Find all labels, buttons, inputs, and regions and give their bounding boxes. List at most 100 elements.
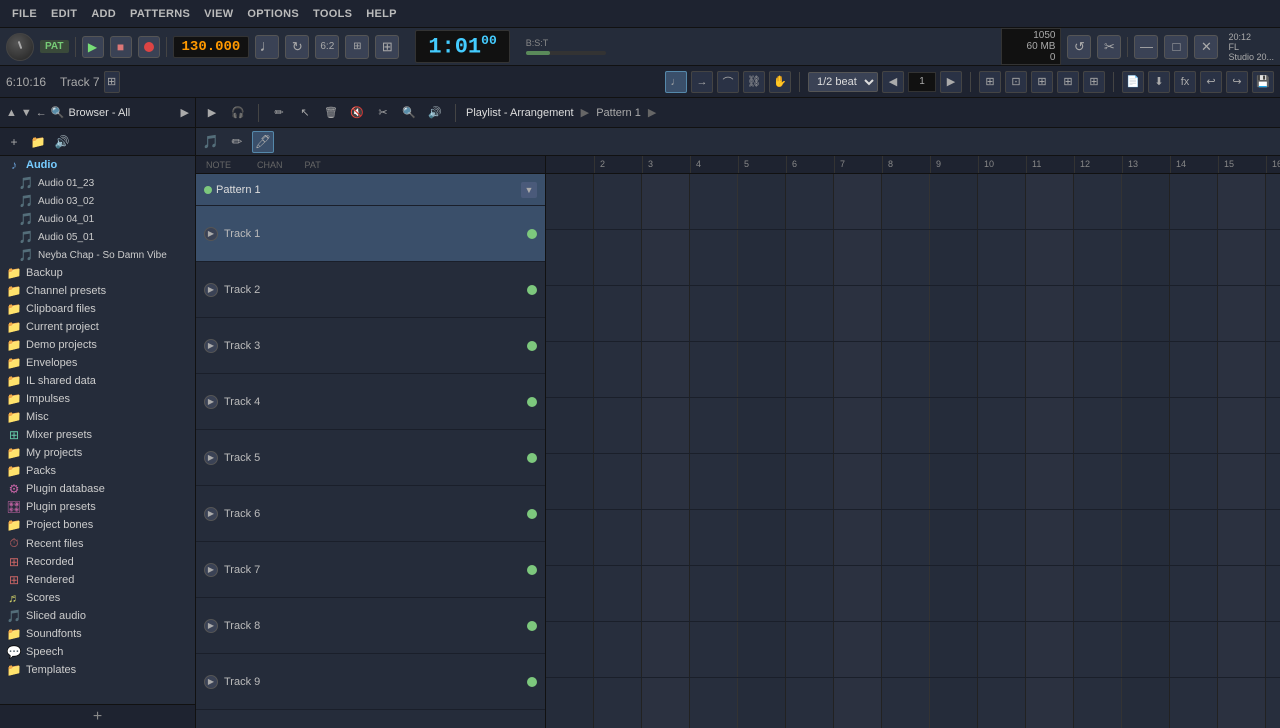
grid-cell-5-7[interactable] [834, 398, 882, 453]
grid-cell-9-3[interactable] [642, 622, 690, 677]
grid-row-8[interactable] [546, 566, 1280, 622]
sidebar-item-scores[interactable]: ♬ Scores [0, 589, 195, 607]
sidebar-item-audio01[interactable]: 🎵 Audio 01_23 [0, 174, 195, 192]
grid-cell-10-12[interactable] [1074, 678, 1122, 728]
grid-cell-3-16[interactable] [1266, 286, 1280, 341]
grid-cell-4-3[interactable] [642, 342, 690, 397]
menu-tools[interactable]: TOOLS [307, 6, 358, 22]
browser-search[interactable]: 🔍 [51, 106, 65, 119]
grid-cell-7-11[interactable] [1026, 510, 1074, 565]
grid-cell-8-3[interactable] [642, 566, 690, 621]
grid-cell-3-3[interactable] [642, 286, 690, 341]
track-header-5[interactable]: ▶ Track 5 [196, 430, 545, 486]
pl-select-tool[interactable]: 🖊 [252, 131, 274, 153]
grid-cell-1-10[interactable] [978, 174, 1026, 229]
sidebar-item-audio[interactable]: ♪ Audio [0, 156, 195, 174]
grid-cell-2-12[interactable] [1074, 230, 1122, 285]
sidebar-item-audio03[interactable]: 🎵 Audio 03_02 [0, 192, 195, 210]
time-sig-icon[interactable]: 6:2 [315, 35, 339, 59]
grid-cell-7-10[interactable] [978, 510, 1026, 565]
grid-cell-6-13[interactable] [1122, 454, 1170, 509]
grid-cell-3-4[interactable] [690, 286, 738, 341]
grid-cell-10-9[interactable] [930, 678, 978, 728]
grid-cell-8-13[interactable] [1122, 566, 1170, 621]
sidebar-item-backup[interactable]: 📁 Backup [0, 264, 195, 282]
grid-cell-4-7[interactable] [834, 342, 882, 397]
grid-cell-10-15[interactable] [1218, 678, 1266, 728]
master-volume-knob[interactable] [6, 33, 34, 61]
grid-cell-8-5[interactable] [738, 566, 786, 621]
grid-cell-1-16[interactable] [1266, 174, 1280, 229]
track-play-9[interactable]: ▶ [204, 675, 218, 689]
grid-cell-9-6[interactable] [786, 622, 834, 677]
track-header-9[interactable]: ▶ Track 9 [196, 654, 545, 710]
snap-left-btn[interactable]: ◀ [882, 71, 904, 93]
grid-cell-9-1[interactable] [546, 622, 594, 677]
grid-cell-4-9[interactable] [930, 342, 978, 397]
grid-cell-1-9[interactable] [930, 174, 978, 229]
grid-cell-7-8[interactable] [882, 510, 930, 565]
track-header-3[interactable]: ▶ Track 3 [196, 318, 545, 374]
tb-redo-btn[interactable]: ↪ [1226, 71, 1248, 93]
sidebar-item-neyba[interactable]: 🎵 Neyba Chap - So Damn Vibe [0, 246, 195, 264]
track-play-7[interactable]: ▶ [204, 563, 218, 577]
grid-cell-1-7[interactable] [834, 174, 882, 229]
grid-cell-3-2[interactable] [594, 286, 642, 341]
track-header-4[interactable]: ▶ Track 4 [196, 374, 545, 430]
grid-cell-3-11[interactable] [1026, 286, 1074, 341]
grid-row-1[interactable] [546, 174, 1280, 230]
grid-cell-6-10[interactable] [978, 454, 1026, 509]
grid-cell-9-16[interactable] [1266, 622, 1280, 677]
grid-cell-1-14[interactable] [1170, 174, 1218, 229]
refresh-icon[interactable]: ↺ [1067, 35, 1091, 59]
grid-cell-1-15[interactable] [1218, 174, 1266, 229]
sidebar-item-soundfonts[interactable]: 📁 Soundfonts [0, 625, 195, 643]
sidebar-item-audio04[interactable]: 🎵 Audio 04_01 [0, 210, 195, 228]
grid-cell-5-9[interactable] [930, 398, 978, 453]
browser-folder-btn[interactable]: 📁 [28, 132, 48, 152]
grid-cell-9-15[interactable] [1218, 622, 1266, 677]
grid-cell-4-6[interactable] [786, 342, 834, 397]
arrow-right-btn[interactable]: → [691, 71, 713, 93]
grid-cell-10-13[interactable] [1122, 678, 1170, 728]
grid-cell-8-16[interactable] [1266, 566, 1280, 621]
grid-cell-7-12[interactable] [1074, 510, 1122, 565]
grid-cell-2-1[interactable] [546, 230, 594, 285]
tb-merge-btn[interactable]: ⊡ [1005, 71, 1027, 93]
menu-add[interactable]: ADD [85, 6, 122, 22]
grid-cell-10-4[interactable] [690, 678, 738, 728]
sidebar-item-il-shared[interactable]: 📁 IL shared data [0, 372, 195, 390]
playlist-draw-btn[interactable]: ✏ [269, 103, 289, 123]
sidebar-item-current-project[interactable]: 📁 Current project [0, 318, 195, 336]
grid-cell-9-4[interactable] [690, 622, 738, 677]
grid-cell-8-14[interactable] [1170, 566, 1218, 621]
grid-row-3[interactable] [546, 286, 1280, 342]
pattern1-row[interactable]: Pattern 1 ▼ [196, 174, 545, 206]
grid-cell-10-10[interactable] [978, 678, 1026, 728]
grid-cell-6-5[interactable] [738, 454, 786, 509]
tb-grid-btn[interactable]: ⊞ [1031, 71, 1053, 93]
sidebar-item-sliced-audio[interactable]: 🎵 Sliced audio [0, 607, 195, 625]
grid-row-10[interactable] [546, 678, 1280, 728]
grid-cell-8-10[interactable] [978, 566, 1026, 621]
grid-cell-1-1[interactable] [546, 174, 594, 229]
grid-cell-6-7[interactable] [834, 454, 882, 509]
snap-right-btn[interactable]: ▶ [940, 71, 962, 93]
grid-cell-3-13[interactable] [1122, 286, 1170, 341]
tb-undo-btn[interactable]: ↩ [1200, 71, 1222, 93]
grid-cell-2-5[interactable] [738, 230, 786, 285]
track-header-6[interactable]: ▶ Track 6 [196, 486, 545, 542]
grid-cell-10-3[interactable] [642, 678, 690, 728]
grid-cell-3-15[interactable] [1218, 286, 1266, 341]
browser-add-bottom[interactable]: + [0, 704, 195, 728]
grid-row-6[interactable] [546, 454, 1280, 510]
sidebar-item-misc[interactable]: 📁 Misc [0, 408, 195, 426]
playlist-vol-btn[interactable]: 🔊 [425, 103, 445, 123]
grid-cell-1-6[interactable] [786, 174, 834, 229]
grid-cell-3-6[interactable] [786, 286, 834, 341]
track-header-1[interactable]: ▶ Track 1 [196, 206, 545, 262]
grid-cell-5-8[interactable] [882, 398, 930, 453]
grid-cell-3-10[interactable] [978, 286, 1026, 341]
grid-cell-6-9[interactable] [930, 454, 978, 509]
grid-cell-5-15[interactable] [1218, 398, 1266, 453]
